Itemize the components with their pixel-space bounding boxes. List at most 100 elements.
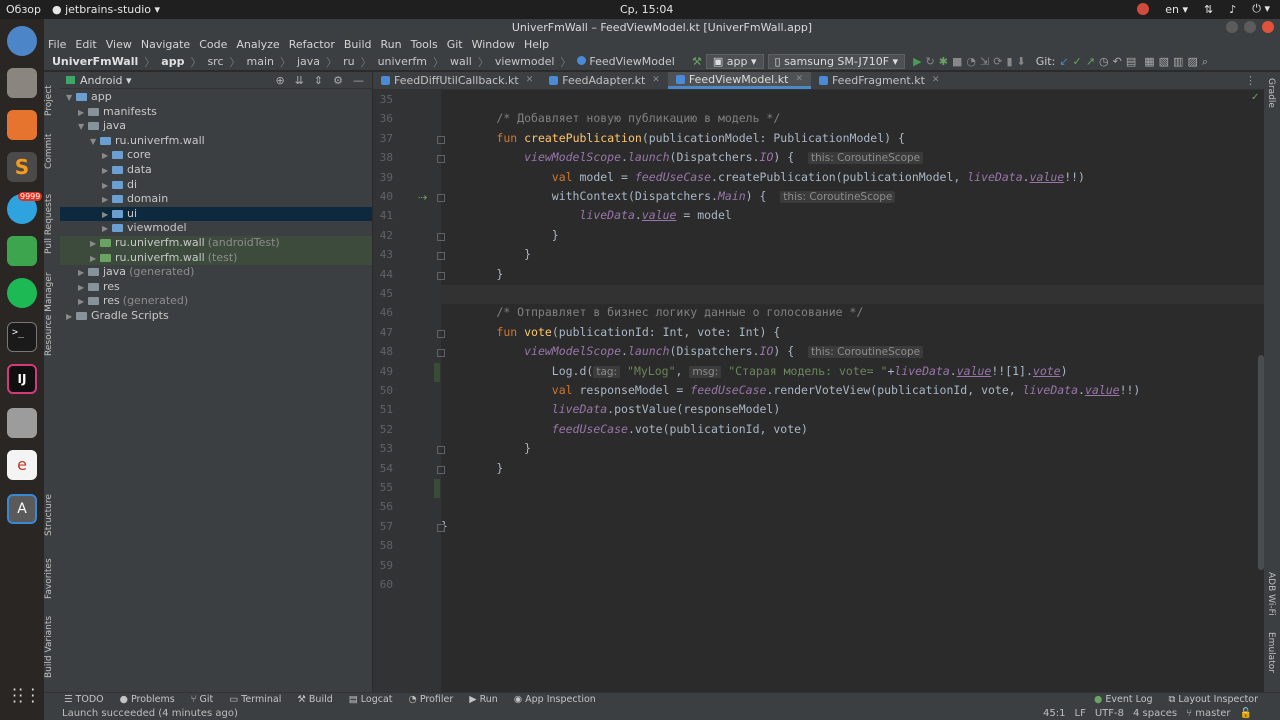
menu-tools[interactable]: Tools xyxy=(411,36,438,53)
activities-button[interactable]: Обзор xyxy=(6,3,41,16)
project-view-select[interactable]: Android ▾ xyxy=(80,74,132,87)
chevron-right-icon[interactable]: ▶ xyxy=(66,310,76,325)
chevron-right-icon[interactable]: ▶ xyxy=(90,252,100,267)
chevron-right-icon[interactable]: ▶ xyxy=(102,193,112,208)
chevron-right-icon[interactable]: ▶ xyxy=(102,164,112,179)
settings-icon[interactable]: ▤ xyxy=(1126,55,1136,68)
tab-feed-adapter[interactable]: FeedAdapter.kt ✕ xyxy=(541,72,668,89)
tree-item[interactable]: ▶ ru.univerfm.wall (test) xyxy=(60,250,372,267)
tool-resource-manager[interactable]: Resource Manager xyxy=(44,268,60,360)
avd-manager-icon[interactable]: ▮ xyxy=(1006,55,1012,68)
tool-pull-requests[interactable]: Pull Requests xyxy=(44,182,60,266)
breadcrumb-univerfm[interactable]: univerfm xyxy=(378,55,427,68)
tool-profiler[interactable]: ◔ Profiler xyxy=(409,694,454,705)
tool-app-inspection[interactable]: ◉ App Inspection xyxy=(514,694,596,705)
editor-gutter[interactable]: 35 36 37 38 39 40 41 42 43 44 45 46 47 48 49 50 51 52 53 54… xyxy=(373,90,441,692)
expand-all-icon[interactable]: ⇕ xyxy=(314,74,323,87)
chevron-down-icon[interactable]: ▼ xyxy=(78,120,88,135)
search-everywhere-icon[interactable]: ⌕ xyxy=(1202,55,1208,69)
menu-window[interactable]: Window xyxy=(472,36,515,53)
language-indicator[interactable]: en ▾ xyxy=(1165,3,1188,16)
collapse-all-icon[interactable]: ⇊ xyxy=(295,74,304,87)
tree-item[interactable]: ▶ ru.univerfm.wall (androidTest) xyxy=(60,235,372,252)
file-encoding[interactable]: UTF-8 xyxy=(1095,708,1124,719)
run-config-select[interactable]: ▣ app ▾ xyxy=(705,54,764,69)
chevron-right-icon[interactable]: ▶ xyxy=(102,179,112,194)
layout-icon[interactable]: ▧ xyxy=(1159,55,1169,68)
tab-feed-diff-util-callback[interactable]: FeedDiffUtilCallback.kt ✕ xyxy=(373,72,541,89)
network-icon[interactable]: ⇅ xyxy=(1204,3,1213,16)
code-editor[interactable]: /* Добавляет новую публикацию в модель *… xyxy=(441,90,1264,692)
chevron-right-icon[interactable]: ▶ xyxy=(102,208,112,223)
tool-terminal[interactable]: ▭ Terminal xyxy=(229,694,281,705)
fold-marker-icon[interactable] xyxy=(437,194,445,202)
tab-feed-view-model[interactable]: FeedViewModel.kt ✕ xyxy=(667,71,811,89)
sdk-manager-icon[interactable]: ⬇ xyxy=(1017,55,1026,68)
options-gear-icon[interactable]: ⚙ xyxy=(333,74,343,87)
breadcrumb-file[interactable]: FeedViewModel xyxy=(577,55,675,68)
breadcrumb-java[interactable]: java xyxy=(297,55,320,68)
tree-item[interactable]: ▼ java xyxy=(60,119,372,134)
tool-logcat[interactable]: ▤ Logcat xyxy=(349,694,393,705)
close-tab-icon[interactable]: ✕ xyxy=(932,72,940,89)
tool-project[interactable]: Project xyxy=(44,78,60,124)
lambda-icon[interactable]: ⇢ xyxy=(418,191,427,204)
project-structure-icon[interactable]: ▦ xyxy=(1144,55,1154,68)
intellij-icon[interactable]: IJ xyxy=(7,364,37,394)
breadcrumb-ru[interactable]: ru xyxy=(343,55,355,68)
tree-item[interactable]: ▶ di xyxy=(60,178,372,193)
menu-build[interactable]: Build xyxy=(344,36,372,53)
profiler-icon[interactable]: ◔ xyxy=(966,55,976,68)
close-button[interactable] xyxy=(1262,21,1274,33)
tool-event-log[interactable]: ● Event Log xyxy=(1094,694,1153,705)
chevron-down-icon[interactable]: ▼ xyxy=(90,135,100,150)
git-branch[interactable]: ⑂ master xyxy=(1186,708,1230,719)
chevron-right-icon[interactable]: ▶ xyxy=(78,266,88,281)
fold-marker-icon[interactable] xyxy=(437,349,445,358)
tool-git[interactable]: ⑂ Git xyxy=(191,694,213,705)
tool-structure[interactable]: Structure xyxy=(44,486,60,544)
menu-analyze[interactable]: Analyze xyxy=(236,36,279,53)
terminal-icon[interactable]: >_ xyxy=(7,322,37,352)
breadcrumb-module[interactable]: app xyxy=(161,55,184,68)
lock-icon[interactable]: 🔓 xyxy=(1240,708,1252,719)
tree-item[interactable]: ▶ Gradle Scripts xyxy=(60,309,372,324)
tree-item[interactable]: ▼ app xyxy=(60,90,372,105)
breadcrumb-viewmodel[interactable]: viewmodel xyxy=(495,55,555,68)
tree-item[interactable]: ▶ res xyxy=(60,280,372,295)
hide-panel-icon[interactable]: — xyxy=(353,74,364,87)
device-manager-icon[interactable]: ▥ xyxy=(1173,55,1183,68)
chevron-right-icon[interactable]: ▶ xyxy=(102,222,112,237)
tool-commit[interactable]: Commit xyxy=(44,128,60,174)
usb-creator-icon[interactable] xyxy=(7,408,37,438)
attach-debugger-icon[interactable]: ⇲ xyxy=(980,55,989,68)
close-tab-icon[interactable]: ✕ xyxy=(795,71,803,88)
fold-marker-icon[interactable] xyxy=(437,232,445,241)
fold-marker-icon[interactable] xyxy=(437,135,445,144)
device-select[interactable]: ▯ samsung SM-J710F ▾ xyxy=(767,54,906,69)
tree-item[interactable]: ▶ java (generated) xyxy=(60,265,372,280)
chevron-right-icon[interactable]: ▶ xyxy=(102,149,112,164)
breadcrumb-wall[interactable]: wall xyxy=(450,55,472,68)
tree-item[interactable]: ▶ viewmodel xyxy=(60,221,372,236)
chevron-right-icon[interactable]: ▶ xyxy=(78,106,88,121)
stop-icon[interactable]: ■ xyxy=(952,55,962,68)
git-commit-icon[interactable]: ✓ xyxy=(1073,55,1082,68)
tree-item[interactable]: ▼ ru.univerfm.wall xyxy=(60,134,372,149)
chevron-right-icon[interactable]: ▶ xyxy=(78,295,88,310)
tool-build-variants[interactable]: Build Variants xyxy=(44,614,60,680)
tool-layout-inspector[interactable]: ⧉ Layout Inspector xyxy=(1169,694,1258,705)
chevron-right-icon[interactable]: ▶ xyxy=(90,237,100,252)
inspection-ok-icon[interactable]: ✓ xyxy=(1251,92,1259,103)
menu-navigate[interactable]: Navigate xyxy=(141,36,190,53)
fold-marker-icon[interactable] xyxy=(437,252,445,261)
tree-item[interactable]: ▶ manifests xyxy=(60,105,372,120)
chrome-indicator-icon[interactable] xyxy=(1137,3,1150,15)
sync-icon[interactable]: ⟳ xyxy=(993,55,1002,68)
sublime-text-icon[interactable]: S xyxy=(7,152,37,182)
git-push-icon[interactable]: ↗ xyxy=(1086,55,1095,68)
tree-item[interactable]: ▶ core xyxy=(60,148,372,163)
menu-run[interactable]: Run xyxy=(381,36,402,53)
status-message[interactable]: Launch succeeded (4 minutes ago) xyxy=(62,708,238,719)
breadcrumb-src[interactable]: src xyxy=(207,55,223,68)
